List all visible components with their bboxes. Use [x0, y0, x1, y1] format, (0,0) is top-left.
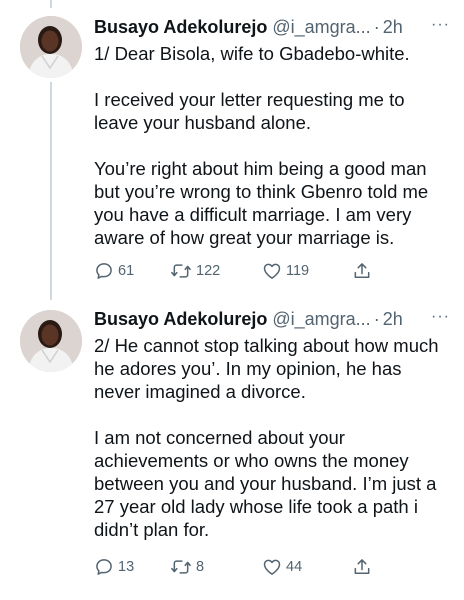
tweet-text: 1/ Dear Bisola, wife to Gbadebo-white. I…: [94, 43, 429, 248]
like-button[interactable]: 119: [262, 261, 352, 281]
separator-dot: ·: [373, 16, 380, 37]
timestamp[interactable]: 2h: [383, 17, 403, 38]
reply-button[interactable]: 61: [94, 261, 170, 281]
separator-dot: ·: [373, 308, 380, 329]
heart-icon: [263, 263, 281, 279]
tweet-header: Busayo Adekolurejo @i_amgra... · 2h: [94, 306, 450, 332]
retweet-button[interactable]: 8: [170, 557, 262, 577]
share-button[interactable]: [352, 557, 372, 577]
more-options-icon[interactable]: ···: [431, 16, 450, 34]
like-button[interactable]: 44: [262, 557, 352, 577]
timestamp[interactable]: 2h: [383, 309, 403, 330]
more-options-icon[interactable]: ···: [431, 308, 450, 326]
retweet-icon: [171, 264, 191, 278]
tweet-2[interactable]: Busayo Adekolurejo @i_amgra... · 2h ··· …: [0, 300, 464, 600]
reply-icon: [96, 559, 112, 575]
reply-count: 13: [118, 559, 135, 575]
retweet-count: 8: [196, 559, 205, 575]
tweet-actions: 61 122 119: [94, 260, 394, 282]
share-icon: [354, 263, 370, 278]
avatar[interactable]: [20, 310, 82, 372]
author-name[interactable]: Busayo Adekolurejo: [94, 309, 267, 330]
author-handle[interactable]: @i_amgra...: [272, 309, 370, 330]
retweet-button[interactable]: 122: [170, 261, 262, 281]
retweet-icon: [171, 560, 191, 574]
share-button[interactable]: [352, 261, 372, 281]
reply-count: 61: [118, 263, 135, 279]
like-count: 44: [286, 559, 303, 575]
reply-icon: [96, 263, 112, 279]
reply-button[interactable]: 13: [94, 557, 170, 577]
tweet-actions: 13 8 44: [94, 556, 394, 578]
tweet-text: 2/ He cannot stop talking about how much…: [94, 335, 439, 540]
avatar[interactable]: [20, 16, 82, 78]
tweet-1[interactable]: Busayo Adekolurejo @i_amgra... · 2h ··· …: [0, 0, 464, 300]
heart-icon: [263, 559, 281, 575]
author-handle[interactable]: @i_amgra...: [272, 17, 370, 38]
retweet-count: 122: [196, 263, 221, 279]
author-name[interactable]: Busayo Adekolurejo: [94, 17, 267, 38]
like-count: 119: [286, 263, 310, 279]
tweet-header: Busayo Adekolurejo @i_amgra... · 2h: [94, 14, 450, 40]
share-icon: [354, 559, 370, 574]
